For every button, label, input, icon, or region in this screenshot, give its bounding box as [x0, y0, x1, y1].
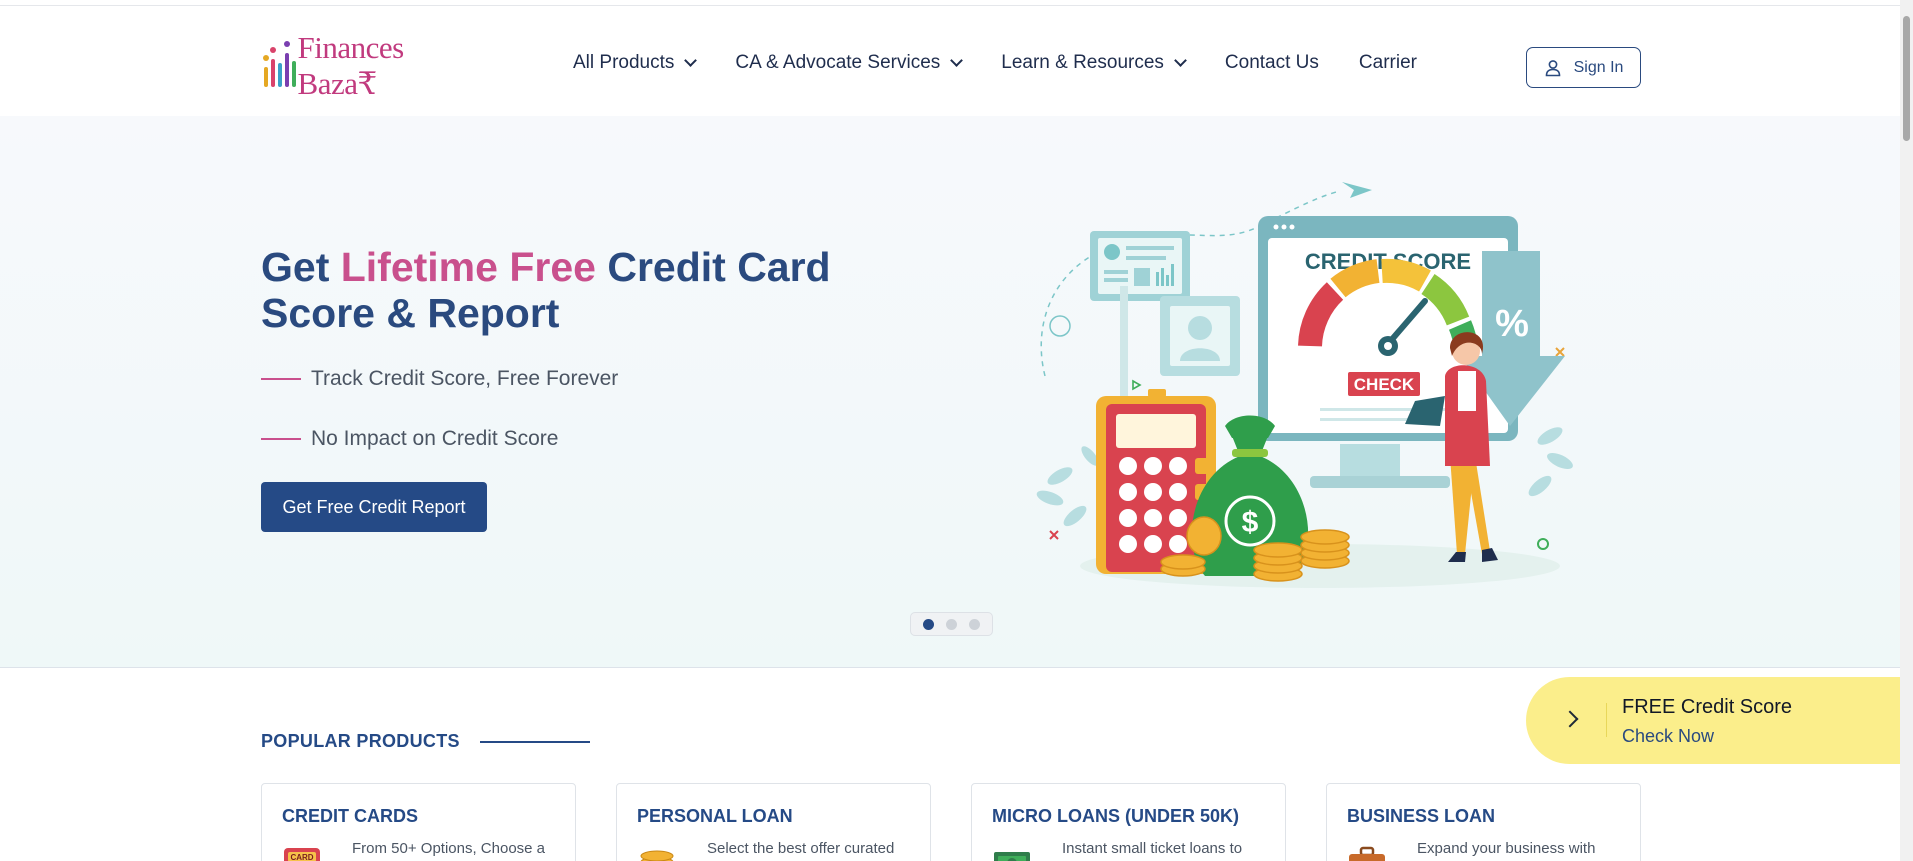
credit-card-icon: CARD [284, 848, 320, 861]
card-description: Expand your business with [1417, 840, 1596, 857]
hero-carousel: Get Lifetime Free Credit Card Score & Re… [0, 116, 1900, 668]
hero-title-part1: Get [261, 244, 341, 290]
brand-logo[interactable]: Finances Baza₹ [260, 30, 465, 101]
card-title: CREDIT CARDS [282, 806, 419, 826]
product-card-business-loan[interactable]: BUSINESS LOAN Expand your business with [1326, 783, 1641, 861]
briefcase-icon [1349, 846, 1385, 861]
banner-divider [1606, 703, 1607, 737]
banner-title: FREE Credit Score [1622, 696, 1793, 718]
site-header: Finances Baza₹ All Products CA & Advocat… [0, 6, 1900, 116]
hero-title: Get Lifetime Free Credit Card Score & Re… [261, 244, 881, 336]
nav-ca-advocate-services-label: CA & Advocate Services [735, 52, 941, 73]
card-title: MICRO LOANS (UNDER 50K) [992, 806, 1240, 826]
check-now-link[interactable]: Check Now [1622, 726, 1714, 747]
chevron-right-icon [1561, 710, 1579, 728]
popular-products-title: POPULAR PRODUCTS [261, 731, 460, 751]
chevron-down-icon [1174, 54, 1187, 67]
bullet-dash [261, 438, 301, 440]
product-card-credit-cards[interactable]: CREDIT CARDS CARD From 50+ Options, Choo… [261, 783, 576, 861]
card-title: BUSINESS LOAN [1347, 806, 1496, 826]
sign-in-label: Sign In [1573, 58, 1624, 76]
card-title: PERSONAL LOAN [637, 806, 793, 826]
nav-all-products-label: All Products [573, 52, 675, 73]
nav-learn-resources[interactable]: Learn & Resources [1001, 52, 1187, 74]
nav-all-products[interactable]: All Products [573, 52, 698, 74]
card-description: Instant small ticket loans to [1062, 840, 1243, 857]
bullet-dash [261, 378, 301, 380]
card-description: Select the best offer curated [707, 840, 895, 857]
card-icon-text: CARD [290, 853, 313, 861]
main-nav: All Products CA & Advocate Services Lear… [573, 52, 1457, 74]
carousel-dots [910, 612, 993, 636]
chevron-down-icon [950, 54, 964, 67]
nav-ca-advocate-services[interactable]: CA & Advocate Services [735, 52, 964, 74]
carousel-dot[interactable] [946, 618, 957, 630]
scrollbar-thumb[interactable] [1903, 16, 1910, 141]
free-credit-score-banner[interactable]: FREE Credit Score Check Now [1526, 677, 1900, 764]
page-scrollbar[interactable] [1900, 0, 1913, 861]
nav-carrier-label: Carrier [1358, 52, 1417, 73]
card-description: From 50+ Options, Choose a [352, 840, 546, 857]
logo-bars-icon [260, 41, 297, 91]
user-icon [1545, 59, 1560, 76]
nav-contact-us-label: Contact Us [1224, 52, 1319, 73]
hero-bullet: No Impact on Credit Score [261, 427, 558, 451]
popular-products-heading: POPULAR PRODUCTS [261, 731, 590, 752]
carousel-dot[interactable] [969, 618, 980, 630]
hero-bullet: Track Credit Score, Free Forever [261, 367, 618, 391]
heading-underline [479, 740, 590, 743]
dollar-symbol: $ [1242, 506, 1259, 539]
check-label: CHECK [1354, 375, 1415, 394]
nav-learn-resources-label: Learn & Resources [1001, 52, 1164, 73]
product-card-personal-loan[interactable]: PERSONAL LOAN Select the best offer cura… [616, 783, 931, 861]
hero-bullet-text: No Impact on Credit Score [311, 427, 559, 450]
carousel-dot[interactable] [923, 618, 934, 630]
credit-score-illustration: CREDIT SCORE CHECK % $ [1036, 182, 1573, 588]
brand-name: Finances Baza₹ [297, 30, 405, 101]
hero-title-highlight: Lifetime Free [340, 244, 596, 290]
get-free-credit-report-button[interactable]: Get Free Credit Report [261, 482, 487, 532]
coins-icon [640, 850, 674, 861]
nav-carrier[interactable]: Carrier [1359, 52, 1417, 74]
hero-bullet-text: Track Credit Score, Free Forever [311, 367, 619, 390]
product-card-micro-loans[interactable]: MICRO LOANS (UNDER 50K) Instant small ti… [971, 783, 1286, 861]
cash-icon [994, 852, 1030, 861]
chevron-down-icon [684, 54, 698, 67]
sign-in-button[interactable]: Sign In [1526, 47, 1641, 88]
percent-symbol: % [1495, 303, 1529, 345]
nav-contact-us[interactable]: Contact Us [1225, 52, 1319, 74]
